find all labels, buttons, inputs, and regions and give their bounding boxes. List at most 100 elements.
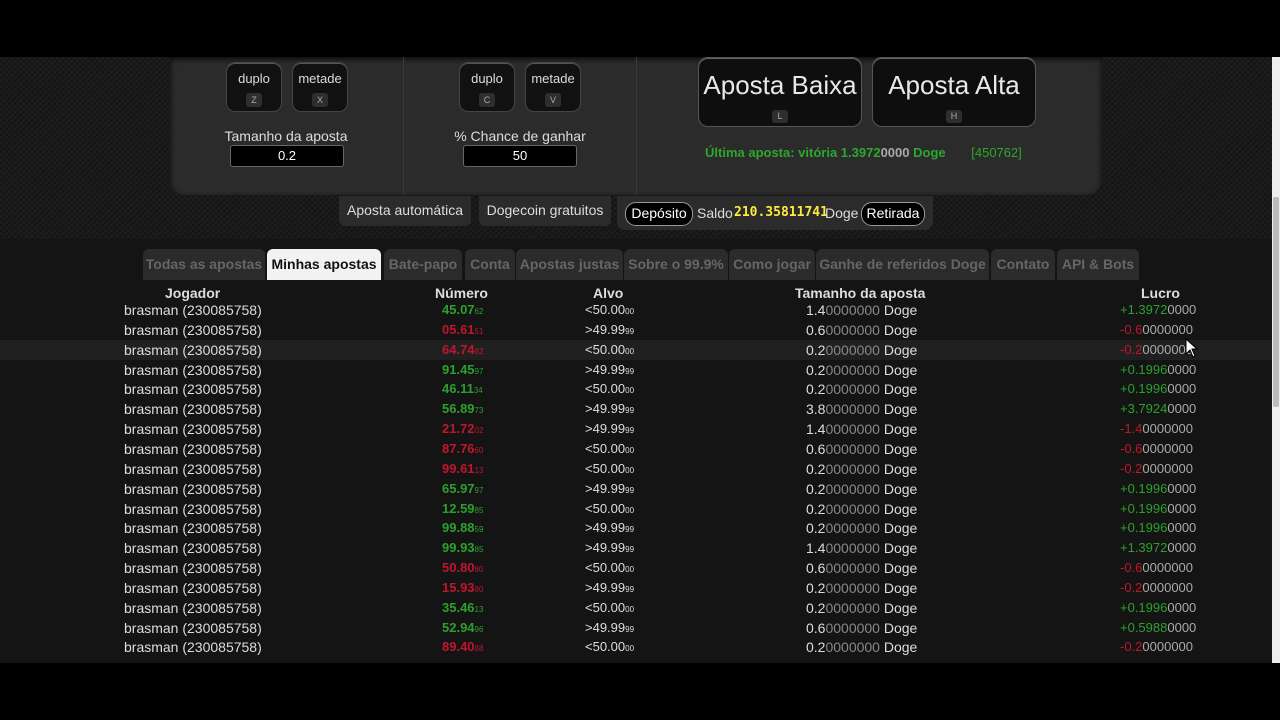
win-chance-input[interactable] xyxy=(463,145,577,167)
roll-number[interactable]: 87.7660 xyxy=(442,441,483,456)
player-name[interactable]: brasman (230085758) xyxy=(124,302,262,318)
withdraw-button[interactable]: Retirada xyxy=(861,202,925,226)
bet-size-value: 0.20000000 Doge xyxy=(806,362,917,378)
player-name[interactable]: brasman (230085758) xyxy=(124,461,262,477)
roll-number[interactable]: 45.0762 xyxy=(442,302,483,317)
balance-unit: Doge xyxy=(825,205,859,221)
roll-number[interactable]: 52.9496 xyxy=(442,620,483,635)
tab-api-bots[interactable]: API & Bots xyxy=(1057,249,1139,280)
bet-size-input[interactable] xyxy=(230,145,344,167)
player-name[interactable]: brasman (230085758) xyxy=(124,620,262,636)
table-row: brasman (230085758) 05.6151 >49.9999 0.6000… xyxy=(0,320,1272,340)
player-name[interactable]: brasman (230085758) xyxy=(124,362,262,378)
tab-minhas-apostas[interactable]: Minhas apostas xyxy=(267,249,381,280)
roll-number[interactable]: 91.4597 xyxy=(442,362,483,377)
top-area: duplo Z metade X Tamanho da aposta duplo… xyxy=(0,57,1272,239)
table-row: brasman (230085758) 45.0762 <50.0000 1.4000… xyxy=(0,300,1272,320)
roll-number-digits: 02 xyxy=(474,426,484,436)
last-bet-dim: 0000 xyxy=(880,145,910,160)
size-unit: Doge xyxy=(883,302,918,318)
player-name[interactable]: brasman (230085758) xyxy=(124,501,262,517)
profit-value: +0.19960000 xyxy=(1120,600,1196,615)
size-main: 0.2 xyxy=(806,460,826,477)
tab-sobre-o-99-9[interactable]: Sobre o 99.9% xyxy=(624,249,728,280)
bet-low-button[interactable]: Aposta Baixa L xyxy=(698,57,862,127)
bet-size-value: 0.60000000 Doge xyxy=(806,441,917,457)
auto-bet-button[interactable]: Aposta automática xyxy=(339,196,471,226)
target-digits: 00 xyxy=(625,307,635,316)
tab-bate-papo[interactable]: Bate-papo xyxy=(384,249,462,280)
deposit-button[interactable]: Depósito xyxy=(625,202,693,226)
roll-number[interactable]: 65.9797 xyxy=(442,481,483,496)
player-name[interactable]: brasman (230085758) xyxy=(124,342,262,358)
bet-size-value: 0.20000000 Doge xyxy=(806,639,917,655)
roll-number[interactable]: 56.8973 xyxy=(442,401,483,416)
roll-number[interactable]: 99.9385 xyxy=(442,540,483,555)
size-unit: Doge xyxy=(883,421,918,438)
target-value: >49.9999 xyxy=(585,421,634,436)
target-main: <50.00 xyxy=(585,560,626,576)
balance-bar: Depósito Saldo 210.35811741 Doge Retirad… xyxy=(617,196,933,230)
player-name[interactable]: brasman (230085758) xyxy=(124,381,262,397)
roll-number[interactable]: 05.6151 xyxy=(442,322,483,337)
player-name[interactable]: brasman (230085758) xyxy=(124,540,262,556)
player-name[interactable]: brasman (230085758) xyxy=(124,481,262,497)
player-name[interactable]: brasman (230085758) xyxy=(124,401,262,417)
table-row: brasman (230085758) 21.7202 >49.9999 1.4000… xyxy=(0,419,1272,439)
size-main: 0.2 xyxy=(806,579,826,596)
free-dogecoin-button[interactable]: Dogecoin gratuitos xyxy=(479,196,611,226)
player-name[interactable]: brasman (230085758) xyxy=(124,600,262,616)
tab-como-jogar[interactable]: Como jogar xyxy=(729,249,815,280)
bet-half-button[interactable]: metade X xyxy=(292,62,348,112)
roll-number[interactable]: 21.7202 xyxy=(442,421,483,436)
player-name[interactable]: brasman (230085758) xyxy=(124,580,262,596)
player-name[interactable]: brasman (230085758) xyxy=(124,322,262,338)
profit-dim: 0000 xyxy=(1167,619,1197,635)
roll-number[interactable]: 89.4088 xyxy=(442,639,483,654)
tab-ganhe-de-referidos-doge[interactable]: Ganhe de referidos Doge xyxy=(816,249,989,280)
chance-half-button[interactable]: metade V xyxy=(525,62,581,112)
chance-double-button[interactable]: duplo C xyxy=(459,62,515,112)
table-row: brasman (230085758) 46.1134 <50.0000 0.2000… xyxy=(0,379,1272,399)
profit-main: +3.7924 xyxy=(1120,401,1168,417)
tab-contato[interactable]: Contato xyxy=(991,249,1055,280)
target-value: >49.9999 xyxy=(585,362,634,377)
tab-todas-as-apostas[interactable]: Todas as apostas xyxy=(143,249,265,280)
player-name[interactable]: brasman (230085758) xyxy=(124,639,262,655)
roll-number[interactable]: 50.8080 xyxy=(442,560,483,575)
balance-label: Saldo xyxy=(697,205,733,221)
size-dim: 0000000 xyxy=(825,460,880,477)
size-unit: Doge xyxy=(883,540,918,557)
profit-value: -0.20000000 xyxy=(1120,639,1193,654)
profit-dim: 0000000 xyxy=(1142,321,1194,337)
profit-main: +0.1996 xyxy=(1120,500,1168,516)
size-unit: Doge xyxy=(883,321,918,338)
roll-number[interactable]: 35.4613 xyxy=(442,600,483,615)
header-bet-size: Tamanho da aposta xyxy=(795,285,926,301)
bet-double-button[interactable]: duplo Z xyxy=(226,62,282,112)
roll-number[interactable]: 99.8859 xyxy=(442,520,483,535)
scrollbar[interactable] xyxy=(1272,57,1280,663)
target-digits: 00 xyxy=(625,465,635,475)
player-name[interactable]: brasman (230085758) xyxy=(124,560,262,576)
chance-double-hotkey: C xyxy=(479,93,495,107)
roll-number[interactable]: 12.5985 xyxy=(442,501,483,516)
player-name[interactable]: brasman (230085758) xyxy=(124,421,262,437)
scrollbar-thumb[interactable] xyxy=(1273,197,1279,407)
target-value: <50.0000 xyxy=(585,441,634,456)
player-name[interactable]: brasman (230085758) xyxy=(124,520,262,536)
table-row: brasman (230085758) 64.7482 <50.0000 0.2000… xyxy=(0,339,1272,360)
roll-number-value: 64.74 xyxy=(442,341,475,357)
tab-apostas-justas[interactable]: Apostas justas xyxy=(516,249,623,280)
roll-number[interactable]: 15.9380 xyxy=(442,580,483,595)
roll-number[interactable]: 64.7482 xyxy=(442,342,483,357)
bet-high-button[interactable]: Aposta Alta H xyxy=(872,57,1036,127)
size-dim: 0000000 xyxy=(825,639,880,656)
roll-number[interactable]: 46.1134 xyxy=(442,381,483,396)
player-name[interactable]: brasman (230085758) xyxy=(124,441,262,457)
target-digits: 99 xyxy=(625,624,635,634)
target-value: <50.0000 xyxy=(585,381,634,396)
roll-number-digits: 73 xyxy=(474,406,484,416)
roll-number[interactable]: 99.6113 xyxy=(442,461,483,476)
tab-conta[interactable]: Conta xyxy=(465,249,515,280)
